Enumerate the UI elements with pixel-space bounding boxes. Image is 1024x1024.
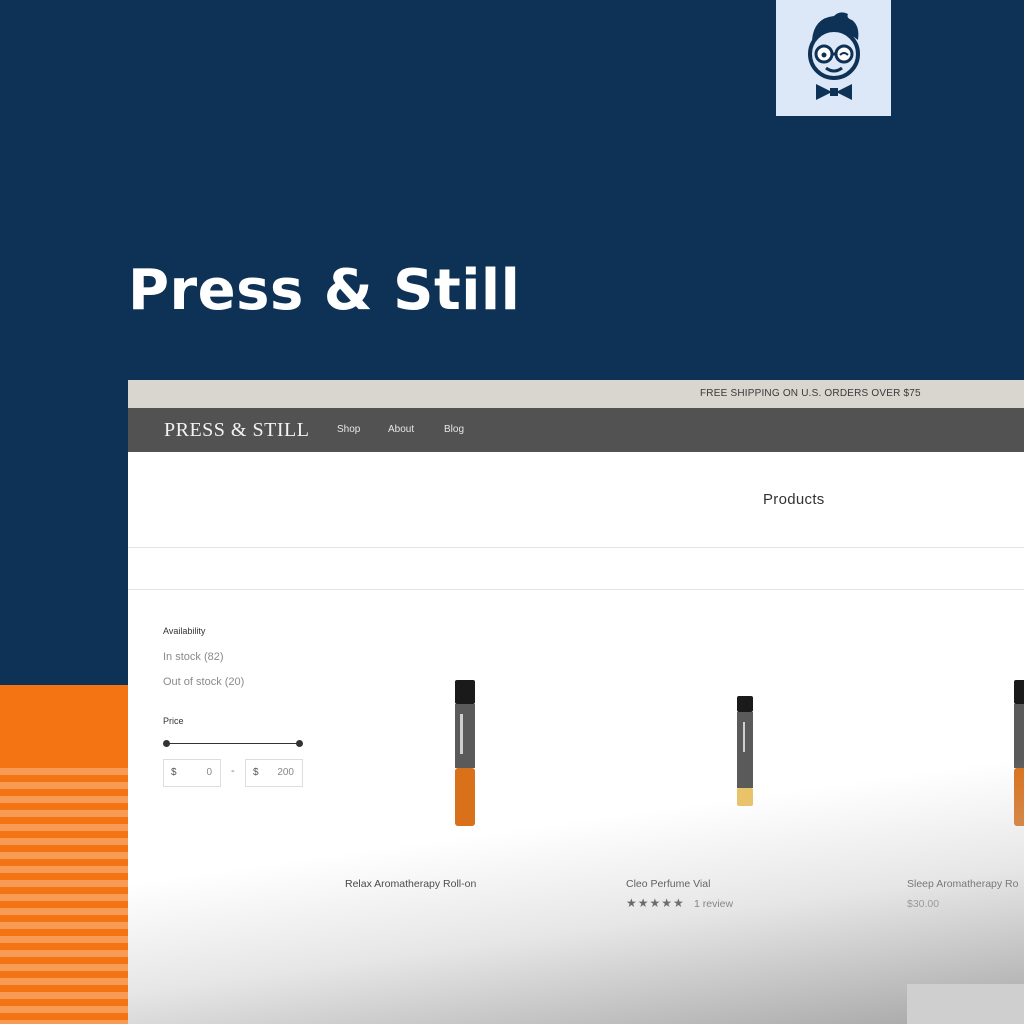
- price-range-track[interactable]: [166, 743, 300, 744]
- product-image-relax[interactable]: [452, 680, 478, 830]
- price-min-handle[interactable]: [163, 740, 170, 747]
- price-max-input[interactable]: $ 200: [245, 759, 303, 787]
- filter-in-stock[interactable]: In stock (82): [163, 651, 224, 663]
- nav-shop[interactable]: Shop: [337, 424, 360, 435]
- announcement-bar: FREE SHIPPING ON U.S. ORDERS OVER $75: [128, 380, 1024, 408]
- review-count[interactable]: 1 review: [694, 898, 733, 910]
- website-preview: FREE SHIPPING ON U.S. ORDERS OVER $75 PR…: [128, 380, 1024, 1024]
- product-image-sleep[interactable]: [1014, 680, 1024, 830]
- currency-symbol: $: [253, 767, 259, 778]
- nav-about[interactable]: About: [388, 424, 414, 435]
- product-name-relax[interactable]: Relax Aromatherapy Roll-on: [345, 878, 476, 890]
- price-max-value: 200: [277, 767, 294, 778]
- price-min-value: 0: [206, 767, 212, 778]
- product-card-partial: [907, 984, 1024, 1024]
- hero-title: Press & Still: [128, 258, 521, 323]
- divider: [128, 547, 1024, 548]
- site-header: PRESS & STILL Shop About Blog: [128, 408, 1024, 452]
- product-price-sleep: $30.00: [907, 898, 940, 910]
- currency-symbol: $: [171, 767, 177, 778]
- decorative-stripes: [0, 768, 128, 1024]
- divider: [128, 589, 1024, 590]
- product-image-cleo[interactable]: [735, 696, 755, 808]
- product-name-sleep[interactable]: Sleep Aromatherapy Ro: [907, 878, 1018, 890]
- nerd-mascot-logo: [776, 0, 891, 116]
- rating-stars: ★★★★★: [626, 896, 685, 910]
- page-title: Products: [763, 491, 825, 508]
- product-name-cleo[interactable]: Cleo Perfume Vial: [626, 878, 710, 890]
- brand-logo[interactable]: PRESS & STILL: [164, 419, 309, 442]
- range-separator: -: [231, 765, 235, 777]
- filter-out-of-stock[interactable]: Out of stock (20): [163, 676, 244, 688]
- price-max-handle[interactable]: [296, 740, 303, 747]
- price-min-input[interactable]: $ 0: [163, 759, 221, 787]
- availability-heading[interactable]: Availability: [163, 626, 205, 636]
- price-heading[interactable]: Price: [163, 716, 184, 726]
- nav-blog[interactable]: Blog: [444, 424, 464, 435]
- announcement-text: FREE SHIPPING ON U.S. ORDERS OVER $75: [700, 388, 921, 399]
